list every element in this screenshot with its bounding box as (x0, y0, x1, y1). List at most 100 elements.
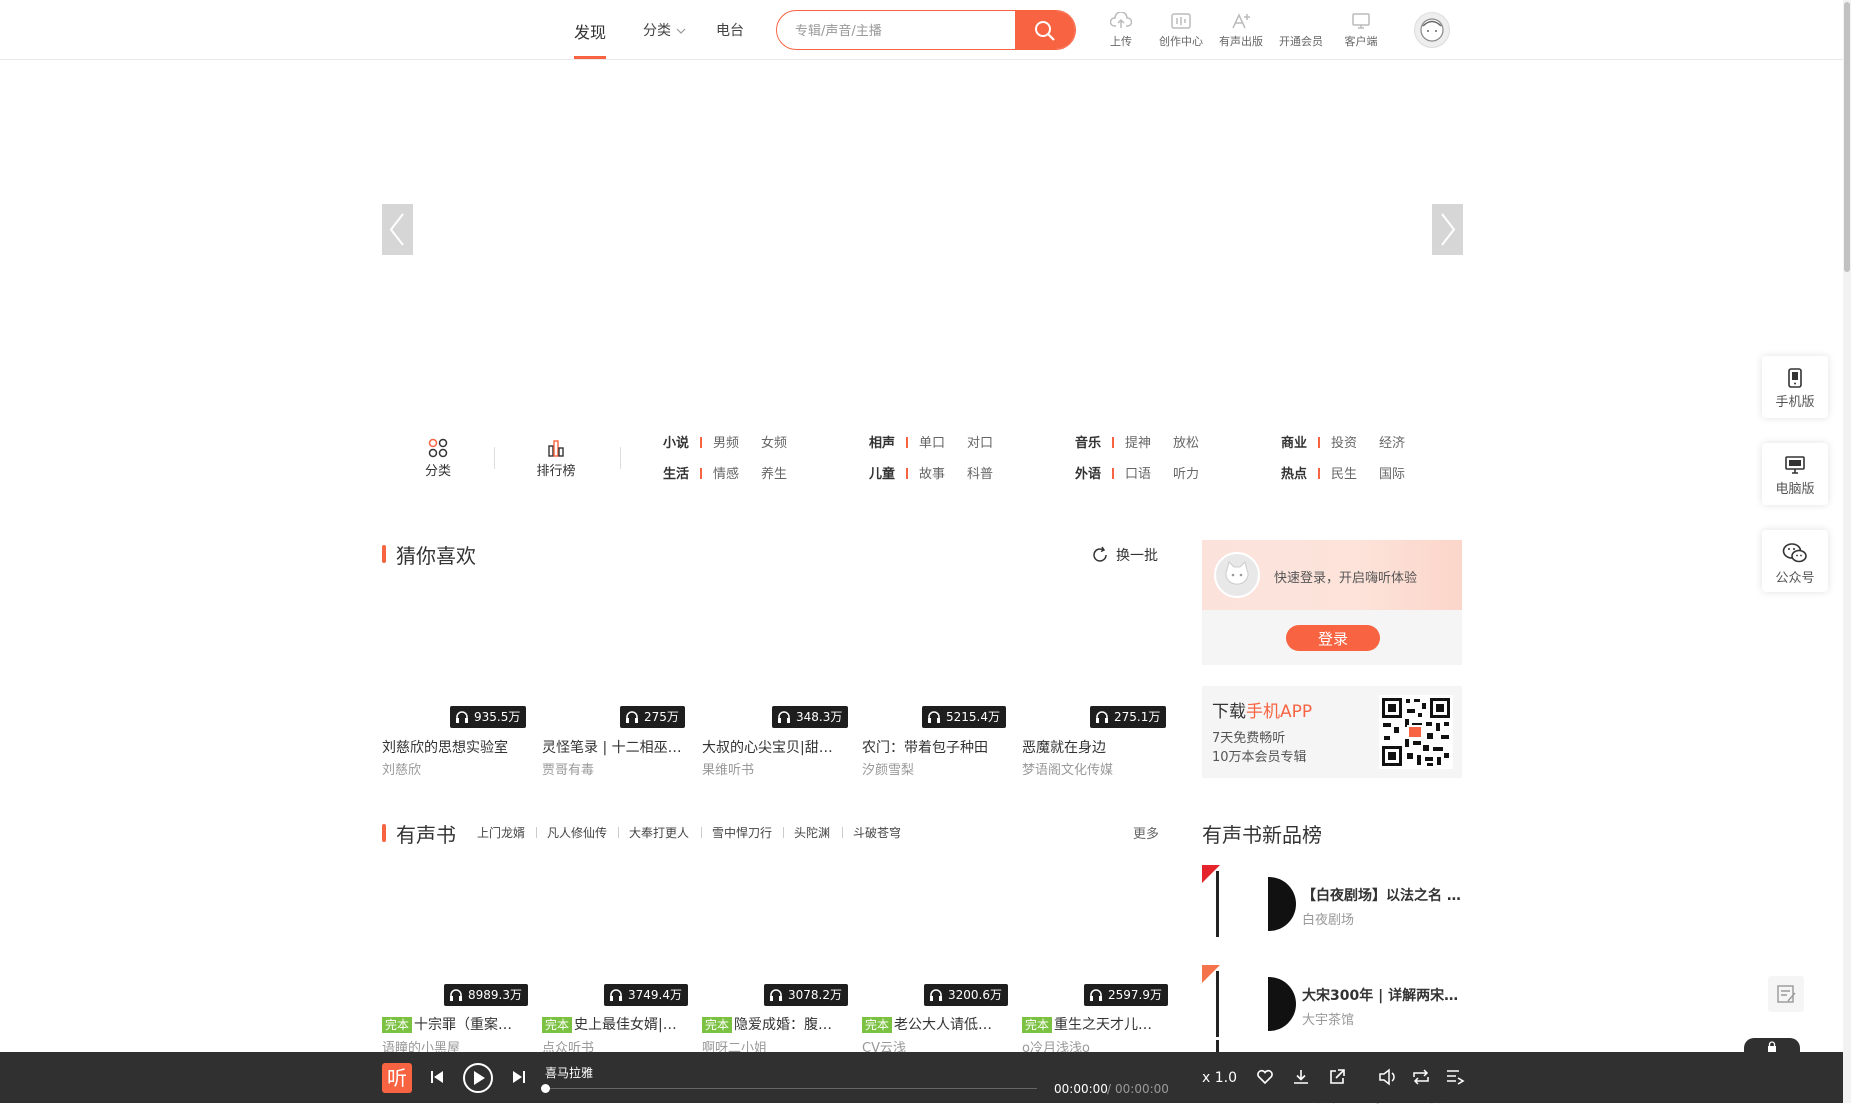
album-title[interactable]: 恶魔就在身边 (1022, 737, 1172, 757)
category-sub[interactable]: 投资 (1331, 432, 1357, 451)
category-main[interactable]: 儿童 (869, 463, 895, 482)
rank-item[interactable]: 大宋300年 | 详解两宋… 大宇茶馆 (1202, 965, 1464, 1040)
nav-discover[interactable]: 发现 (574, 19, 607, 59)
nav-radio[interactable]: 电台 (716, 20, 744, 40)
album-author[interactable]: 果维听书 (702, 759, 852, 778)
rank-title: 【白夜剧场】以法之名 … (1302, 888, 1461, 904)
previous-track-icon[interactable] (430, 1070, 444, 1084)
creator-center-button[interactable]: 创作中心 (1153, 12, 1209, 49)
progress-bar[interactable] (545, 1088, 1037, 1089)
category-tile[interactable]: 分类 (408, 438, 468, 479)
rank-item[interactable]: 【白夜剧场】以法之名 … 白夜剧场 (1202, 865, 1464, 940)
feedback-button[interactable] (1768, 976, 1804, 1012)
divider (1318, 437, 1320, 448)
play-count-badge: 348.3万 (772, 706, 849, 728)
audiobook-tab[interactable]: 斗破苍穹 (853, 824, 901, 841)
refresh-icon (1093, 546, 1107, 562)
album-author[interactable]: 梦语阁文化传媒 (1022, 759, 1172, 778)
more-link[interactable]: 更多 (1133, 823, 1159, 842)
rank-item[interactable] (1202, 1040, 1464, 1052)
category-main[interactable]: 生活 (663, 463, 689, 482)
category-main[interactable]: 音乐 (1075, 432, 1101, 451)
album-title[interactable]: 完本 老公大人请低… (862, 1014, 1012, 1034)
album-title[interactable]: 大叔的心尖宝贝|甜… (702, 737, 852, 757)
album-author[interactable]: 贾哥有毒 (542, 759, 692, 778)
category-sub[interactable]: 情感 (713, 463, 739, 482)
wechat-account-button[interactable]: 公众号 (1762, 530, 1828, 592)
ranking-tile[interactable]: 排行榜 (526, 438, 586, 479)
upload-button[interactable]: 上传 (1093, 12, 1149, 49)
category-sub[interactable]: 放松 (1173, 432, 1199, 451)
category-sub[interactable]: 提神 (1125, 432, 1151, 451)
search-input[interactable] (795, 20, 995, 42)
play-count-badge: 3749.4万 (604, 984, 688, 1006)
cat-avatar (1214, 552, 1260, 598)
category-sub[interactable]: 故事 (919, 463, 945, 482)
scrollbar-thumb[interactable] (1844, 2, 1850, 272)
audiobook-tab[interactable]: 雪中悍刀行 (712, 824, 772, 841)
audiobook-tab[interactable]: 上门龙婿 (477, 824, 525, 841)
download-icon[interactable] (1292, 1068, 1310, 1086)
category-sub[interactable]: 口语 (1125, 463, 1151, 482)
refresh-button[interactable]: 换一批 (1090, 545, 1158, 565)
album-title[interactable]: 农门：带着包子种田 (862, 737, 1012, 757)
category-sub[interactable]: 养生 (761, 463, 787, 482)
banner-carousel[interactable] (382, 60, 1462, 400)
category-sub[interactable]: 科普 (967, 463, 993, 482)
progress-handle[interactable] (541, 1084, 550, 1093)
share-icon[interactable] (1328, 1068, 1346, 1086)
audiobook-tab[interactable]: 大奉打更人 (629, 824, 689, 841)
audiobook-tab[interactable]: 凡人修仙传 (547, 824, 607, 841)
next-track-icon[interactable] (512, 1070, 526, 1084)
nav-category[interactable]: 分类 (643, 20, 686, 40)
category-sub[interactable]: 女频 (761, 432, 787, 451)
category-sub[interactable]: 听力 (1173, 463, 1199, 482)
mobile-version-button[interactable]: 手机版 (1762, 356, 1828, 418)
category-main[interactable]: 小说 (663, 432, 689, 451)
category-main[interactable]: 外语 (1075, 463, 1101, 482)
audiobook-tab[interactable]: 头陀渊 (794, 824, 830, 841)
chevron-right-icon (1441, 213, 1456, 246)
vip-button[interactable]: 开通会员 (1273, 12, 1329, 49)
app-benefit-1: 7天免费畅听 (1212, 731, 1286, 746)
audio-publish-button[interactable]: 有声出版 (1213, 12, 1269, 49)
play-button[interactable] (462, 1062, 494, 1094)
category-sub[interactable]: 经济 (1379, 432, 1405, 451)
category-sub[interactable]: 对口 (967, 432, 993, 451)
category-main[interactable]: 相声 (869, 432, 895, 451)
album-author[interactable]: 汐颜雪梨 (862, 759, 1012, 778)
album-author[interactable]: 刘慈欣 (382, 759, 532, 778)
volume-icon[interactable] (1378, 1068, 1398, 1086)
album-title[interactable]: 完本 隐爱成婚：腹… (702, 1014, 852, 1034)
album-title[interactable]: 完本 十宗罪（重案… (382, 1014, 532, 1034)
album-title[interactable]: 刘慈欣的思想实验室 (382, 737, 532, 757)
section-marker (382, 545, 386, 563)
playlist-icon[interactable] (1445, 1068, 1465, 1086)
search-button[interactable] (1015, 11, 1075, 49)
user-avatar[interactable] (1414, 12, 1450, 48)
category-sub[interactable]: 民生 (1331, 463, 1357, 482)
album-title[interactable]: 完本 重生之天才儿… (1022, 1014, 1172, 1034)
banner-prev-button[interactable] (382, 204, 413, 255)
heart-icon[interactable] (1256, 1069, 1274, 1085)
desktop-version-button[interactable]: 电脑版 (1762, 443, 1828, 505)
category-main[interactable]: 热点 (1281, 463, 1307, 482)
category-sub[interactable]: 单口 (919, 432, 945, 451)
playback-speed[interactable]: x 1.0 (1202, 1070, 1237, 1086)
client-button[interactable]: 客户端 (1333, 12, 1389, 49)
page-scrollbar[interactable] (1843, 0, 1851, 1103)
album-title[interactable]: 完本 史上最佳女婿|… (542, 1014, 692, 1034)
repeat-icon[interactable] (1411, 1068, 1431, 1086)
divider (700, 468, 702, 479)
ranking-tile-label: 排行榜 (536, 464, 576, 479)
category-sub[interactable]: 国际 (1379, 463, 1405, 482)
section-marker (382, 824, 386, 842)
play-count-badge: 8989.3万 (444, 984, 528, 1006)
play-count: 348.3万 (796, 710, 843, 724)
banner-next-button[interactable] (1432, 204, 1463, 255)
album-title[interactable]: 灵怪笔录 | 十二相巫… (542, 737, 692, 757)
login-button[interactable]: 登录 (1286, 625, 1380, 651)
finished-tag: 完本 (542, 1017, 573, 1033)
category-sub[interactable]: 男频 (713, 432, 739, 451)
category-main[interactable]: 商业 (1281, 432, 1307, 451)
